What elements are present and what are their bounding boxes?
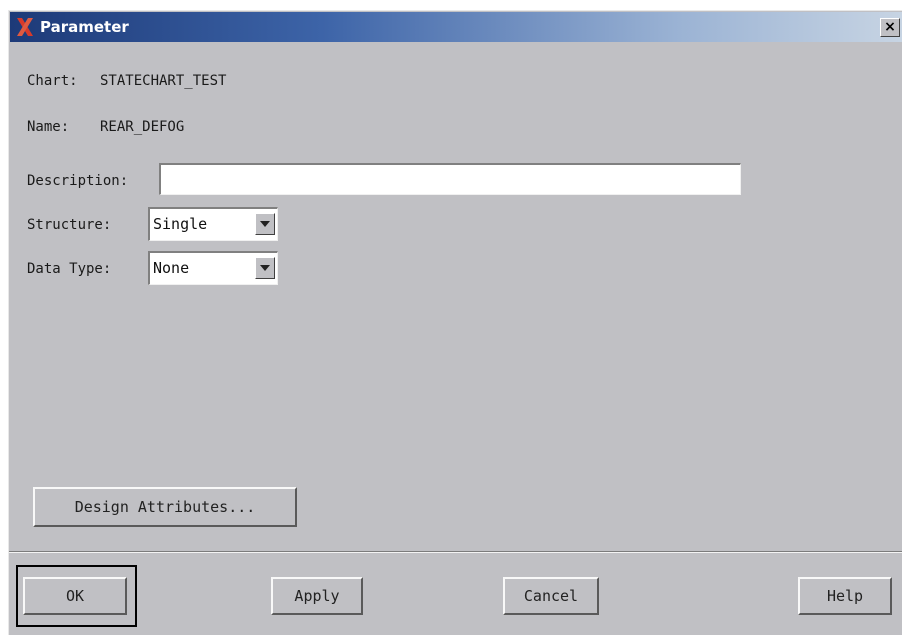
description-label: Description: — [27, 173, 129, 189]
parameter-dialog: Parameter × Chart: STATECHART_TEST Name:… — [8, 10, 902, 635]
datatype-dropdown-arrow-icon[interactable] — [255, 257, 275, 279]
design-attributes-button[interactable]: Design Attributes... — [33, 487, 297, 527]
structure-select[interactable]: Single — [148, 207, 278, 241]
x-logo-icon — [17, 18, 33, 36]
structure-label: Structure: — [27, 217, 112, 233]
chart-label: Chart: — [27, 73, 78, 89]
datatype-value: None — [153, 259, 190, 277]
description-input[interactable] — [159, 163, 741, 195]
chart-value: STATECHART_TEST — [100, 73, 227, 89]
ok-button[interactable]: OK — [23, 577, 127, 615]
datatype-select[interactable]: None — [148, 251, 278, 285]
close-button[interactable]: × — [880, 18, 900, 37]
structure-dropdown-arrow-icon[interactable] — [255, 213, 275, 235]
name-label: Name: — [27, 119, 70, 135]
button-separator — [9, 551, 902, 553]
name-value: REAR_DEFOG — [100, 119, 185, 135]
datatype-label: Data Type: — [27, 261, 112, 277]
title-bar[interactable]: Parameter × — [10, 12, 902, 42]
help-button[interactable]: Help — [798, 577, 892, 615]
structure-value: Single — [153, 215, 208, 233]
cancel-button[interactable]: Cancel — [503, 577, 599, 615]
window-title: Parameter — [40, 18, 129, 36]
apply-button[interactable]: Apply — [271, 577, 363, 615]
